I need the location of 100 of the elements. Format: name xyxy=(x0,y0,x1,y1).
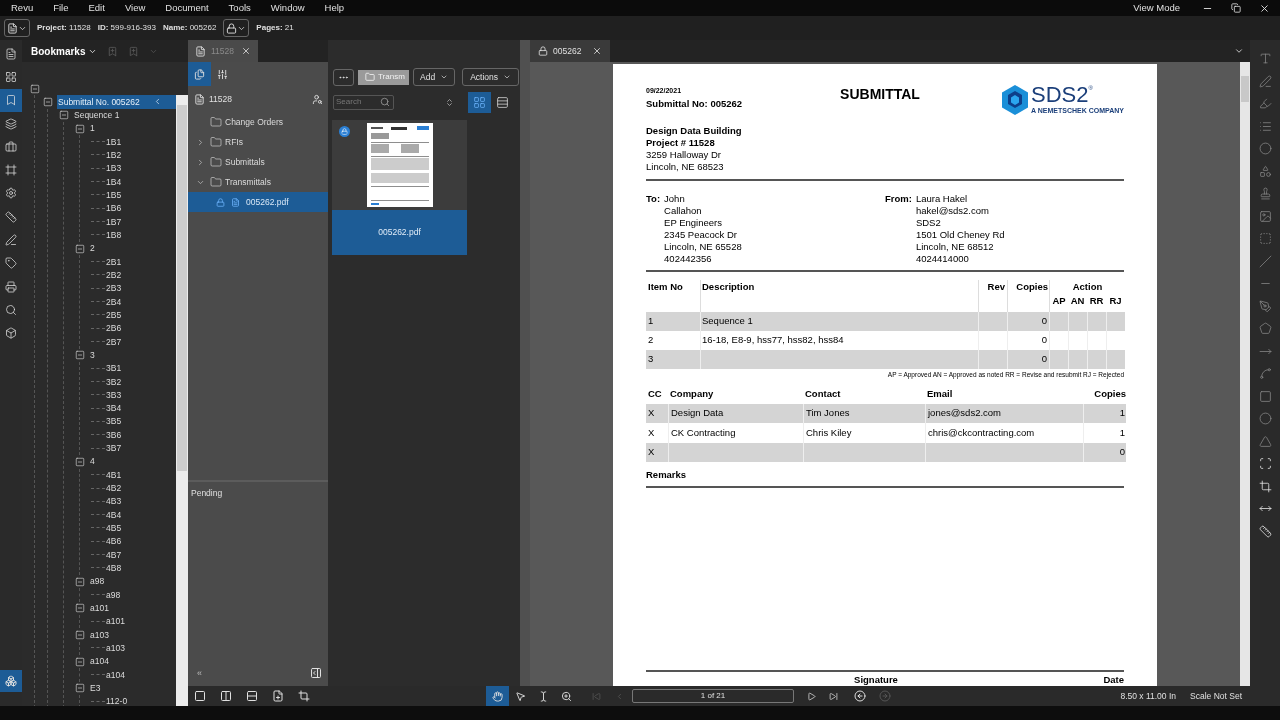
bookmark-item[interactable]: 3B4 xyxy=(105,401,176,416)
bookmark-item[interactable]: 4B3 xyxy=(105,495,176,509)
menu-item[interactable]: View xyxy=(117,0,153,16)
bookmark-item[interactable]: a98 xyxy=(105,588,176,602)
scrollbar[interactable] xyxy=(1240,62,1250,686)
bookmark-item[interactable]: a101 xyxy=(105,615,176,629)
collapse-icon[interactable] xyxy=(75,350,85,361)
stamp-icon[interactable] xyxy=(1258,187,1272,200)
more-button[interactable] xyxy=(333,68,354,86)
collapse-panel-icon[interactable] xyxy=(153,97,162,107)
pdf-entry[interactable]: 005262.pdf xyxy=(188,192,328,212)
close-icon[interactable] xyxy=(241,46,251,56)
bookmark-item[interactable]: a103 xyxy=(105,641,176,656)
split-view-icon[interactable] xyxy=(246,690,258,702)
image-icon[interactable] xyxy=(1258,209,1272,223)
search-input[interactable]: Search xyxy=(336,96,380,108)
menu-item[interactable]: Window xyxy=(263,0,312,16)
bookmark-item[interactable]: 1B7 xyxy=(105,215,176,229)
two-page-icon[interactable] xyxy=(220,690,232,702)
bookmark-item[interactable]: 3B1 xyxy=(105,361,176,376)
highlighter-icon[interactable] xyxy=(1258,97,1272,110)
menu-item[interactable]: Revu xyxy=(4,0,41,16)
folder-item[interactable]: Change Orders xyxy=(188,112,328,132)
panel-toggle-icon[interactable] xyxy=(310,667,322,680)
sort-icon[interactable] xyxy=(445,97,454,107)
add-page-icon[interactable] xyxy=(272,690,284,702)
bookmark-item[interactable]: 1B1 xyxy=(105,135,176,149)
file-card[interactable]: 005262.pdf xyxy=(332,120,467,255)
bookmark-item[interactable]: 2B3 xyxy=(105,281,176,296)
folder-item[interactable]: Transmittals xyxy=(188,172,328,192)
bookmark-item[interactable]: 1B4 xyxy=(105,175,176,189)
collapse-icon[interactable] xyxy=(75,630,85,641)
pentagon-icon[interactable] xyxy=(1258,322,1272,335)
close-icon[interactable] xyxy=(592,46,603,56)
add-button[interactable]: Add xyxy=(413,68,456,86)
crop-icon[interactable] xyxy=(298,690,310,702)
text-icon[interactable] xyxy=(1258,52,1272,65)
circle-icon[interactable] xyxy=(1258,142,1272,155)
bookmark-item[interactable]: 2B7 xyxy=(105,335,176,349)
collapse-icon[interactable] xyxy=(59,110,69,121)
grid-view-button[interactable] xyxy=(468,91,491,113)
bookmark-item[interactable]: a104 xyxy=(89,655,176,669)
tab-list-icon[interactable] xyxy=(1234,46,1244,56)
polygon-icon[interactable] xyxy=(1258,434,1272,448)
curve-icon[interactable] xyxy=(1258,367,1272,380)
user-search-icon[interactable] xyxy=(312,93,323,105)
menu-item[interactable]: Edit xyxy=(81,0,112,16)
document-menu-button[interactable] xyxy=(4,19,30,37)
back-icon[interactable] xyxy=(854,690,866,702)
actions-button[interactable]: Actions xyxy=(462,68,519,86)
hand-tool[interactable] xyxy=(486,686,509,706)
collapse-icon[interactable] xyxy=(75,603,85,614)
bookmark-item[interactable]: a98 xyxy=(89,575,176,589)
bookmark-item[interactable]: 1B6 xyxy=(105,201,176,216)
bookmark-item[interactable]: E3 xyxy=(89,681,176,696)
collapse-button[interactable]: « xyxy=(191,666,202,680)
bookmark-item[interactable]: Sequence 1 xyxy=(73,108,176,122)
bookmark-item[interactable]: 1B3 xyxy=(105,161,176,176)
scan-icon[interactable] xyxy=(1258,457,1272,470)
project-name[interactable]: 11528 xyxy=(209,92,232,106)
dashed-square-icon[interactable] xyxy=(1258,232,1272,245)
ellipse-icon[interactable] xyxy=(1258,412,1272,425)
bookmark-item[interactable]: 2B6 xyxy=(105,321,176,336)
bookmark-item[interactable]: 3B6 xyxy=(105,428,176,442)
bookmark-item[interactable]: 4B1 xyxy=(105,468,176,482)
lock-menu-button[interactable] xyxy=(223,19,250,37)
crop-icon[interactable] xyxy=(1258,479,1272,493)
view-mode-menu[interactable]: View Mode xyxy=(1133,0,1180,16)
scrollbar[interactable] xyxy=(176,95,188,706)
bookmark-item[interactable]: 3B3 xyxy=(105,388,176,402)
bookmark-item[interactable]: Submittal No. 005262 xyxy=(57,95,176,109)
bookmark-item[interactable]: 2B5 xyxy=(105,308,176,322)
bookmark-item[interactable]: 4B7 xyxy=(105,548,176,562)
collapse-icon[interactable] xyxy=(75,683,85,694)
rectangle-icon[interactable] xyxy=(1258,389,1272,403)
bookmark-item[interactable]: 112-0 xyxy=(105,695,176,706)
single-page-icon[interactable] xyxy=(194,690,206,702)
bookmark-item[interactable]: a101 xyxy=(89,601,176,616)
restore-icon[interactable] xyxy=(1231,3,1241,13)
bookmark-item[interactable]: 1B5 xyxy=(105,188,176,202)
pen-tool-icon[interactable] xyxy=(1258,299,1272,313)
model-tab[interactable] xyxy=(0,670,22,692)
menu-item[interactable]: File xyxy=(46,0,76,16)
bookmark-item[interactable]: 2B1 xyxy=(105,255,176,269)
ruler-icon[interactable] xyxy=(1258,524,1272,538)
close-icon[interactable] xyxy=(1259,2,1270,14)
collapse-icon[interactable] xyxy=(43,97,53,107)
bookmark-item[interactable]: 3B5 xyxy=(105,415,176,429)
collapse-icon[interactable] xyxy=(75,123,85,134)
collapse-icon[interactable] xyxy=(75,576,85,587)
bookmark-item[interactable]: 1B8 xyxy=(105,228,176,242)
bookmark-item[interactable]: 3B2 xyxy=(105,375,176,389)
bookmark-tab[interactable] xyxy=(0,88,22,112)
last-page-icon[interactable] xyxy=(829,691,838,701)
collapse-icon[interactable] xyxy=(75,243,85,254)
scale-status[interactable]: Scale Not Set xyxy=(1190,689,1242,703)
shapes-icon[interactable] xyxy=(1258,164,1272,178)
bookmark-item[interactable]: a103 xyxy=(89,628,176,642)
menu-item[interactable]: Help xyxy=(317,0,352,16)
bookmark-item[interactable]: 2 xyxy=(89,241,176,256)
